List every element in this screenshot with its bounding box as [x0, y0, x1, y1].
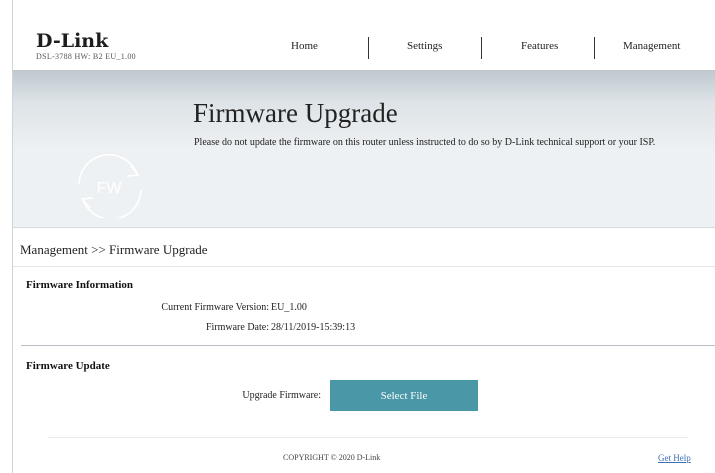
page-description: Please do not update the firmware on thi…	[194, 137, 656, 148]
nav-divider	[481, 37, 482, 59]
current-version-label-wrap: Current Firmware Version:	[13, 302, 269, 316]
nav-divider	[594, 37, 595, 59]
nav-features[interactable]: Features	[521, 40, 558, 52]
nav-management[interactable]: Management	[623, 40, 680, 52]
copyright-text: COPYRIGHT © 2020 D-Link	[283, 453, 381, 462]
nav-settings[interactable]: Settings	[407, 40, 442, 52]
firmware-date-label: Firmware Date:	[205, 322, 269, 333]
fw-icon-label: FW	[97, 180, 123, 197]
page-banner: Firmware Upgrade Please do not update th…	[13, 70, 715, 228]
page-title: Firmware Upgrade	[193, 98, 398, 128]
firmware-date-label-wrap: Firmware Date:	[13, 322, 269, 336]
firmware-update-title: Firmware Update	[26, 360, 110, 372]
router-page: D-Link DSL-3788 HW: B2 EU_1.00 Home Sett…	[12, 0, 715, 473]
current-version-label: Current Firmware Version:	[161, 302, 269, 313]
nav-divider	[368, 37, 369, 59]
upgrade-label-wrap: Upgrade Firmware:	[13, 390, 321, 404]
current-version-value: EU_1.00	[271, 302, 307, 313]
firmware-date-value: 28/11/2019-15:39:13	[271, 322, 356, 333]
breadcrumb-divider	[13, 266, 715, 267]
firmware-information-title: Firmware Information	[26, 279, 134, 291]
nav-home[interactable]: Home	[291, 40, 318, 52]
select-file-button[interactable]: Select File	[330, 380, 478, 411]
main-nav: Home Settings Features Management	[13, 37, 715, 59]
top-header: D-Link DSL-3788 HW: B2 EU_1.00 Home Sett…	[13, 0, 715, 70]
breadcrumb: Management >> Firmware Upgrade	[20, 242, 208, 257]
firmware-refresh-icon: FW	[78, 154, 142, 218]
get-help-link[interactable]: Get Help	[658, 453, 691, 463]
section-divider	[21, 345, 715, 346]
upgrade-firmware-label: Upgrade Firmware:	[242, 390, 321, 401]
footer-divider	[48, 437, 688, 438]
